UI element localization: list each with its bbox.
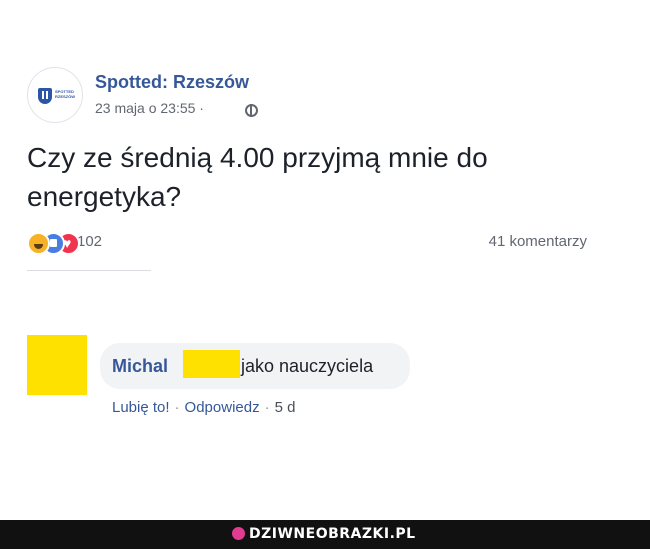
globe-icon (245, 104, 258, 117)
post-timestamp[interactable]: 23 maja o 23:55 · (95, 100, 204, 116)
post-text: Czy ze średnią 4.00 przyjmą mnie do ener… (27, 142, 488, 212)
comment-count-link[interactable]: 41 komentarzy (489, 233, 587, 250)
comment-text: jako nauczyciela (241, 356, 374, 376)
comment-like-button[interactable]: Lubię to! (112, 399, 170, 416)
divider (27, 270, 151, 271)
watermark-text: DZIWNEOBRAZKI.PL (249, 526, 416, 542)
comment-time[interactable]: 5 d (275, 399, 296, 416)
separator: · (264, 399, 270, 416)
reaction-count[interactable]: 102 (77, 233, 102, 250)
page-avatar[interactable]: SPOTTED RZESZÓW (27, 67, 83, 123)
separator: · (174, 399, 180, 416)
redaction-box (183, 350, 240, 378)
city-crest-icon (38, 88, 52, 104)
avatar-logo-text: SPOTTED RZESZÓW (55, 89, 75, 99)
haha-icon (27, 232, 50, 255)
commenter-avatar-redacted[interactable] (27, 335, 87, 395)
watermark-logo-icon (232, 527, 245, 540)
watermark-bar: DZIWNEOBRAZKI.PL (0, 520, 650, 549)
facebook-post: SPOTTED RZESZÓW Spotted: Rzeszów 23 maja… (0, 0, 650, 520)
comment-author-link[interactable]: Michal (112, 356, 168, 377)
page-name-link[interactable]: Spotted: Rzeszów (95, 72, 249, 93)
comment-reply-button[interactable]: Odpowiedz (185, 399, 260, 416)
comment-actions: Lubię to! · Odpowiedz · 5 d (112, 399, 295, 416)
